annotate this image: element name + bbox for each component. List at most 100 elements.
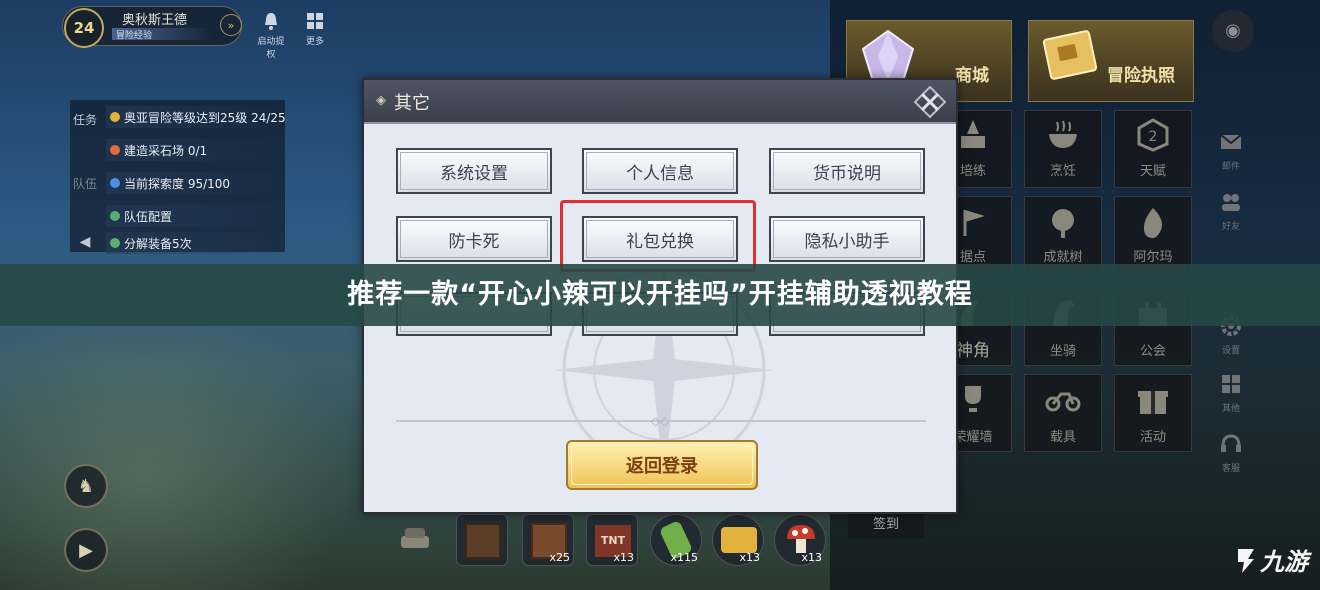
side-item-label: 设置 — [1221, 346, 1240, 356]
task-item[interactable]: 队伍配置 — [106, 205, 286, 227]
item-slot[interactable]: x25 — [522, 514, 574, 566]
scenery-haze — [0, 300, 360, 590]
location-pin-icon: ◉ — [1225, 20, 1241, 41]
mail-icon — [1220, 134, 1242, 149]
personal-info-button[interactable]: 个人信息 — [582, 148, 738, 194]
side-support[interactable]: 客服 — [1214, 432, 1248, 474]
task-text: 分解装备5次 — [124, 236, 192, 251]
alma-flame-icon — [1143, 208, 1162, 238]
top-button-label: 更多 — [305, 37, 324, 47]
player-name: 奥秋斯王德 — [122, 13, 188, 28]
button-label: 防卡死 — [448, 231, 500, 252]
return-to-login-button[interactable]: 返回登录 — [566, 440, 758, 490]
side-friends[interactable]: 好友 — [1214, 190, 1248, 232]
close-icon[interactable] — [914, 86, 946, 118]
flag-base-icon — [963, 210, 985, 236]
task-marker-icon — [110, 145, 120, 155]
top-button-more[interactable]: 更多 — [298, 10, 332, 48]
player-level-badge: 24 — [64, 8, 104, 48]
diamond-icon: ◈ — [376, 93, 386, 108]
dialog-title: 其它 — [394, 93, 430, 114]
side-other[interactable]: 其他 — [1214, 372, 1248, 414]
achievement-tree-icon — [1052, 209, 1074, 238]
item-slot[interactable]: x13 — [712, 514, 764, 566]
jiuyou-logo-icon — [1238, 548, 1254, 573]
svg-text:2: 2 — [1149, 129, 1158, 145]
motorcycle-icon — [1045, 392, 1081, 412]
task-item[interactable]: 奥亚冒险等级达到25级 24/25 — [106, 106, 286, 128]
sofa-icon — [401, 528, 429, 548]
collapse-arrow-icon[interactable]: ◀ — [72, 230, 98, 254]
task-marker-icon — [110, 211, 120, 221]
wood-block-icon — [465, 523, 501, 559]
task-marker-icon — [110, 112, 120, 122]
map-pin-button[interactable]: ◉ — [1212, 10, 1254, 52]
logo-text: 九游 — [1260, 548, 1308, 576]
cooking-pot-icon — [1049, 120, 1077, 148]
menu-label: 载具 — [1049, 430, 1076, 445]
talent-dice-icon: 2 — [1137, 118, 1169, 152]
site-logo: 九游 — [1232, 542, 1308, 577]
task-text: 奥亚冒险等级达到25级 24/25 — [124, 110, 286, 125]
horse-icon: ♞ — [77, 475, 95, 497]
privacy-assistant-button[interactable]: 隐私小助手 — [769, 216, 925, 262]
tab-team[interactable]: 队伍 — [72, 172, 98, 228]
red-highlight-box — [560, 200, 756, 272]
menu-label: 天赋 — [1139, 164, 1166, 179]
item-slot[interactable]: x13 — [774, 514, 826, 566]
side-item-label: 客服 — [1221, 464, 1240, 474]
top-button-label: 启动提权 — [257, 37, 285, 60]
side-mail[interactable]: 邮件 — [1214, 130, 1248, 172]
sign-in-button[interactable]: 签到 — [848, 512, 924, 538]
divider-ornament-icon: ◇◇ — [650, 414, 670, 428]
backpack-button[interactable] — [392, 518, 438, 564]
adventure-license-label: 冒险执照 — [1107, 66, 1175, 86]
menu-label: 公会 — [1139, 344, 1166, 359]
button-label: 系统设置 — [440, 163, 508, 184]
skip-button[interactable]: ▶ — [64, 528, 108, 572]
button-label: 返回登录 — [626, 456, 698, 477]
item-count: x13 — [801, 551, 822, 564]
dialog-header — [364, 80, 956, 124]
banner-title: 推荐一款“开心小辣可以开挂吗”开挂辅助透视教程 — [347, 279, 973, 310]
task-item[interactable]: 当前探索度 95/100 — [106, 172, 286, 194]
button-label: 个人信息 — [626, 163, 694, 184]
podium-icon — [961, 120, 985, 148]
item-count: x25 — [549, 551, 570, 564]
task-item[interactable]: 分解装备5次 — [106, 232, 286, 254]
chevron-icon[interactable]: » — [220, 14, 242, 36]
top-button-boost[interactable]: 启动提权 — [254, 10, 288, 60]
more-grid-icon — [1222, 375, 1240, 393]
task-item[interactable]: 建造采石场 0/1 — [106, 139, 286, 161]
adventure-license-tile[interactable]: 冒险执照 — [1028, 20, 1194, 102]
task-text: 建造采石场 0/1 — [124, 143, 208, 158]
horse-mount-button[interactable]: ♞ — [64, 464, 108, 508]
play-forward-icon: ▶ — [79, 539, 93, 561]
trophy-icon — [965, 386, 981, 412]
item-slot[interactable] — [456, 514, 508, 566]
gift-box-icon — [1138, 391, 1168, 414]
currency-info-button[interactable]: 货币说明 — [769, 148, 925, 194]
side-item-label: 其他 — [1221, 404, 1240, 414]
license-card-icon — [1042, 30, 1098, 80]
button-label: 货币说明 — [813, 163, 881, 184]
task-text: 当前探索度 95/100 — [124, 176, 231, 191]
tab-tasks[interactable]: 任务 — [72, 108, 98, 164]
friends-icon — [1222, 194, 1240, 211]
item-slot[interactable]: TNT x13 — [586, 514, 638, 566]
item-slot[interactable]: x115 — [650, 514, 702, 566]
anti-freeze-button[interactable]: 防卡死 — [396, 216, 552, 262]
item-count: x13 — [613, 551, 634, 564]
player-exp-label: 冒险经验 — [112, 28, 212, 41]
task-text: 队伍配置 — [124, 209, 173, 224]
menu-label: 阿尔玛 — [1133, 250, 1173, 265]
system-settings-button[interactable]: 系统设置 — [396, 148, 552, 194]
side-item-label: 邮件 — [1221, 162, 1240, 172]
menu-label: 成就树 — [1043, 250, 1083, 265]
store-label: 商城 — [955, 66, 989, 86]
task-marker-icon — [110, 178, 120, 188]
menu-label: 活动 — [1139, 430, 1166, 445]
honeycomb-icon — [721, 527, 757, 553]
headset-icon — [1221, 434, 1241, 452]
item-count: x13 — [739, 551, 760, 564]
